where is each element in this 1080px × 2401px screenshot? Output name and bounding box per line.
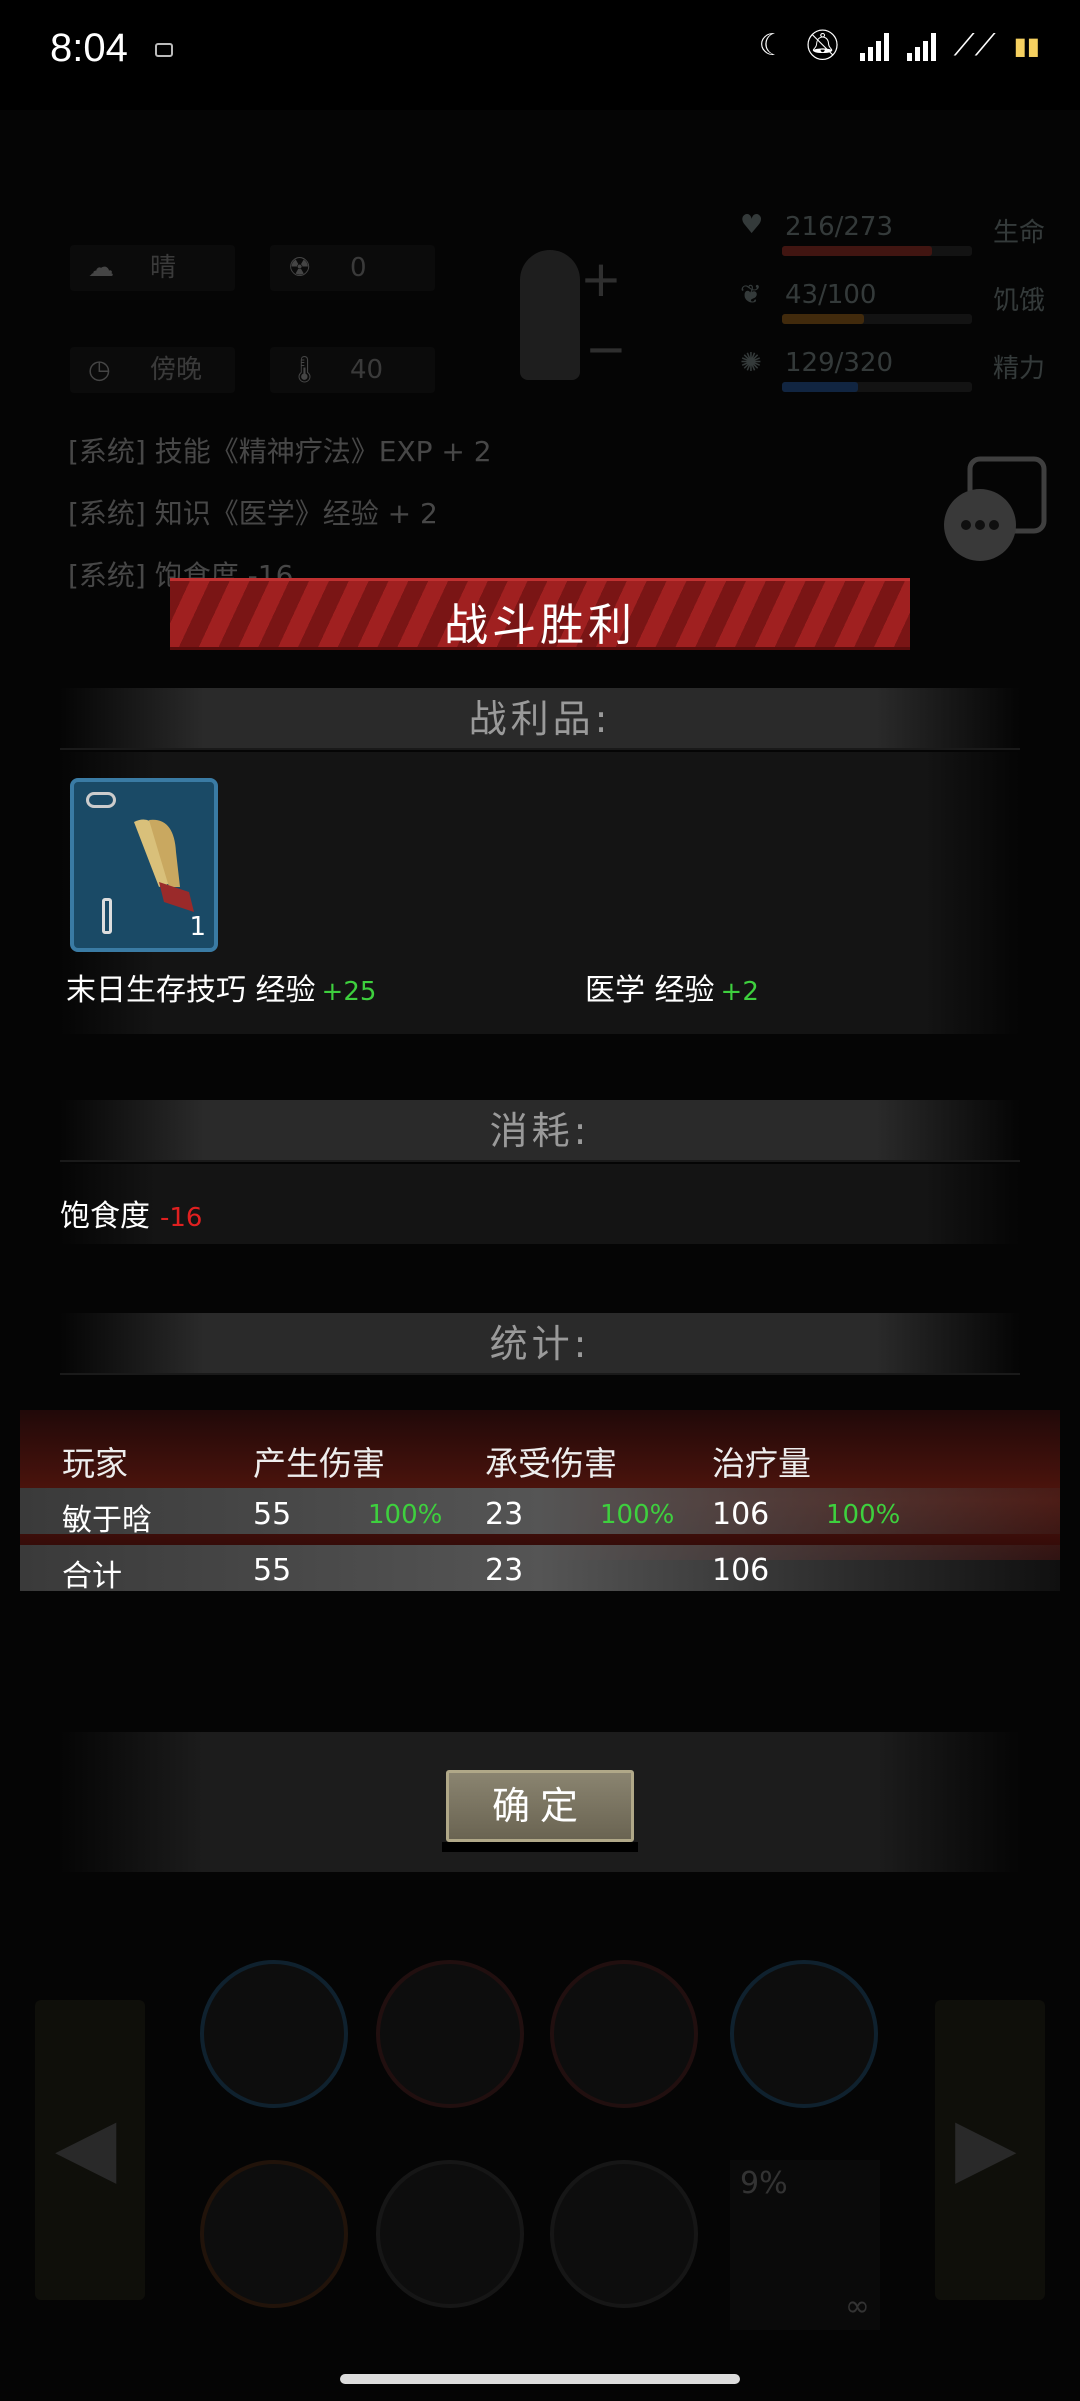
heal-value: 106 xyxy=(712,1497,770,1532)
exp-line-survival: 末日生存技巧 经验 +25 xyxy=(66,965,376,1009)
skill-bar: ◀ ▶ 9% ∞ xyxy=(0,1910,1080,2340)
radiation-icon: ☢ xyxy=(288,253,312,283)
loot-item-slot[interactable]: 1 xyxy=(70,778,218,952)
prev-arrow-button[interactable]: ◀ xyxy=(35,2000,145,2300)
weather-label: 晴 xyxy=(150,253,177,283)
victory-banner: 战斗胜利 xyxy=(170,578,910,651)
cloud-icon: ☁ xyxy=(88,253,114,283)
skill-strike-button[interactable] xyxy=(550,1960,698,2108)
total-label: 合计 xyxy=(62,1559,122,1594)
status-bar: 8:04 ☾ 🔕︎ ⟋⟋ ▮▮ xyxy=(0,0,1080,110)
bone-icon xyxy=(102,898,112,934)
stats-header: 统计: xyxy=(60,1313,1020,1375)
log-line: [系统] 技能《精神疗法》EXP + 2 xyxy=(68,435,492,468)
total-heal: 106 xyxy=(712,1553,770,1588)
energy-value: 129/320 xyxy=(785,348,894,378)
brain-icon: ✺ xyxy=(740,348,762,378)
item-count: 1 xyxy=(189,912,206,942)
taken-value: 23 xyxy=(485,1497,524,1532)
total-damage: 55 xyxy=(253,1553,292,1588)
weapon-slot[interactable]: 9% ∞ xyxy=(730,2160,880,2330)
hunger-bar xyxy=(782,314,972,324)
chevron-left-icon: ◀ xyxy=(55,2100,117,2193)
screen-record-icon xyxy=(155,43,173,57)
game-screen: 8:04 ☾ 🔕︎ ⟋⟋ ▮▮ ☁ 晴 ☢ 0 ◷ 傍晚 🌡︎ 40 + − ♥… xyxy=(0,0,1080,2401)
player-name: 敏于晗 xyxy=(62,1503,152,1538)
signal-hd-icon xyxy=(859,31,889,61)
moon-icon: ☾ xyxy=(758,28,786,63)
log-line: [系统] 知识《医学》经验 + 2 xyxy=(68,497,438,530)
damage-value: 55 xyxy=(253,1497,292,1532)
status-hud: ☁ 晴 ☢ 0 ◷ 傍晚 🌡︎ 40 + − ♥ 216/273 生命 ❦ 43… xyxy=(0,150,1080,430)
confirm-button[interactable]: 确定 xyxy=(446,1770,634,1842)
home-indicator[interactable] xyxy=(340,2374,740,2384)
chevron-right-icon: ▶ xyxy=(955,2100,1017,2193)
table-row xyxy=(20,1488,1060,1534)
column-header: 治疗量 xyxy=(712,1444,811,1483)
weather-box: ☁ 晴 xyxy=(70,245,235,291)
weapon-durability: 9% xyxy=(740,2166,788,2201)
exp-label: 末日生存技巧 经验 xyxy=(66,973,316,1008)
loot-header: 战利品: xyxy=(60,688,1020,750)
confirm-shadow xyxy=(442,1842,638,1852)
wifi-icon: ⟋⟋ xyxy=(953,28,996,63)
message-log: [系统] 技能《精神疗法》EXP + 2 [系统] 知识《医学》经验 + 2 [… xyxy=(0,430,1080,592)
minus-icon[interactable]: − xyxy=(585,320,627,378)
thermometer-icon: 🌡︎ xyxy=(288,355,322,385)
skill-aim-button[interactable] xyxy=(730,1960,878,2108)
hunger-label: 饥饿 xyxy=(993,286,1046,316)
heart-icon: ♥ xyxy=(740,210,764,240)
body-figure-icon[interactable] xyxy=(520,250,580,380)
heal-pct: 100% xyxy=(826,1500,901,1530)
link-icon xyxy=(86,792,116,808)
health-bar xyxy=(782,246,972,256)
column-header: 产生伤害 xyxy=(253,1444,385,1483)
ammo-count: ∞ xyxy=(845,2289,870,2324)
battery-icon: ▮▮ xyxy=(1013,31,1040,60)
plus-icon[interactable]: + xyxy=(580,250,622,308)
hunger-value: 43/100 xyxy=(785,280,877,310)
next-arrow-button[interactable]: ▶ xyxy=(935,2000,1045,2300)
exp-value: +2 xyxy=(720,977,759,1007)
health-label: 生命 xyxy=(993,218,1046,248)
signal-hd-icon xyxy=(906,31,936,61)
skill-empty-slot[interactable] xyxy=(376,2160,524,2308)
time-box: ◷ 傍晚 xyxy=(70,347,235,393)
column-header: 承受伤害 xyxy=(485,1444,617,1483)
exp-value: +25 xyxy=(321,977,377,1007)
dialog-title: 战斗胜利 xyxy=(444,600,636,651)
temperature-value: 40 xyxy=(350,355,384,385)
health-value: 216/273 xyxy=(785,212,894,242)
skill-dash-button[interactable] xyxy=(200,2160,348,2308)
skill-empty-slot[interactable] xyxy=(550,2160,698,2308)
damage-pct: 100% xyxy=(368,1500,443,1530)
energy-label: 精力 xyxy=(993,354,1046,384)
consume-line: 饱食度 -16 xyxy=(60,1191,202,1235)
consume-label: 饱食度 xyxy=(60,1199,150,1234)
column-header: 玩家 xyxy=(62,1444,128,1483)
consume-value: -16 xyxy=(160,1203,203,1233)
clock-icon: ◷ xyxy=(88,355,111,385)
consume-section xyxy=(60,1164,1020,1244)
stomach-icon: ❦ xyxy=(740,280,762,310)
mute-icon: 🔕︎ xyxy=(803,28,842,63)
claw-icon xyxy=(134,819,194,912)
time-of-day-label: 傍晚 xyxy=(150,355,203,385)
radiation-value: 0 xyxy=(350,253,367,283)
stats-background xyxy=(20,1410,1060,1560)
status-icons: ☾ 🔕︎ ⟋⟋ ▮▮ xyxy=(759,28,1040,63)
skill-heal-button[interactable] xyxy=(200,1960,348,2108)
exp-label: 医学 经验 xyxy=(585,973,715,1008)
consume-header: 消耗: xyxy=(60,1100,1020,1162)
energy-bar xyxy=(782,382,972,392)
table-row-total xyxy=(20,1545,1060,1591)
total-taken: 23 xyxy=(485,1553,524,1588)
exp-line-medicine: 医学 经验 +2 xyxy=(585,965,759,1009)
radiation-box: ☢ 0 xyxy=(270,245,435,291)
status-time: 8:04 xyxy=(50,26,128,70)
chat-icon[interactable] xyxy=(940,455,1048,565)
skill-attack-button[interactable] xyxy=(376,1960,524,2108)
temperature-box: 🌡︎ 40 xyxy=(270,347,435,393)
taken-pct: 100% xyxy=(600,1500,675,1530)
